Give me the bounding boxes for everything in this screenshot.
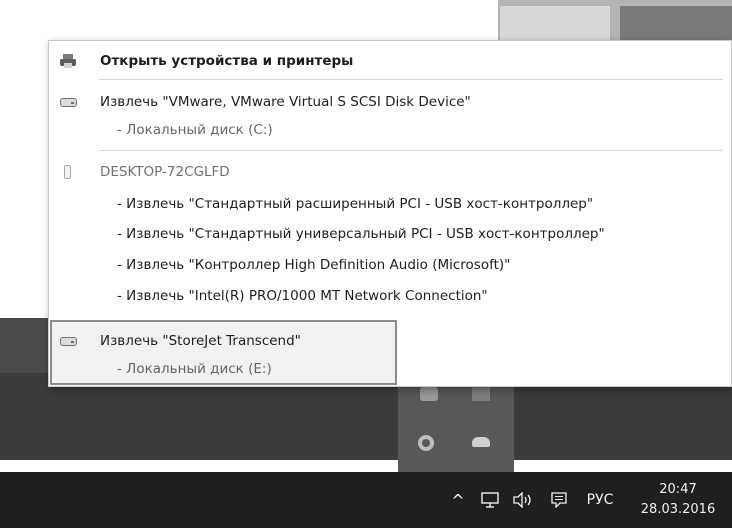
- menu-subitem-label: - Локальный диск (E:): [117, 361, 272, 377]
- notification-overflow-tray: [398, 375, 514, 472]
- hard-drive-icon: [60, 98, 77, 107]
- background-window-pane: [500, 6, 610, 40]
- menu-item-eject-storejet[interactable]: Извлечь "StoreJet Transcend": [49, 327, 731, 355]
- action-center-icon[interactable]: [546, 472, 572, 528]
- menu-item-open-devices-and-printers[interactable]: Открыть устройства и принтеры: [49, 47, 731, 75]
- taskbar: ^ РУС 20:47 28.03.2016: [0, 472, 732, 528]
- cloud-icon[interactable]: [472, 437, 490, 447]
- tray-app-icon[interactable]: [418, 435, 434, 451]
- volume-icon[interactable]: [507, 472, 541, 528]
- menu-item-eject-vmware-disk[interactable]: Извлечь "VMware, VMware Virtual S SCSI D…: [49, 88, 731, 116]
- clock-date: 28.03.2016: [640, 502, 716, 517]
- action-center-icon: [551, 492, 567, 508]
- tray-app-icon[interactable]: [420, 387, 438, 401]
- menu-item-label: - Извлечь "Intel(R) PRO/1000 MT Network …: [117, 288, 488, 304]
- network-icon[interactable]: [478, 472, 502, 528]
- menu-subitem-local-disk-c: - Локальный диск (C:): [49, 116, 731, 144]
- menu-item-eject-hd-audio-controller[interactable]: - Извлечь "Контроллер High Definition Au…: [49, 251, 731, 279]
- safely-remove-hardware-menu: Открыть устройства и принтеры Извлечь "V…: [48, 40, 732, 387]
- menu-item-eject-network-connection[interactable]: - Извлечь "Intel(R) PRO/1000 MT Network …: [49, 282, 731, 310]
- tray-app-icon[interactable]: [472, 387, 490, 401]
- network-icon: [481, 492, 499, 508]
- menu-item-eject-usb-extended-controller[interactable]: - Извлечь "Стандартный расширенный PCI -…: [49, 190, 731, 218]
- show-hidden-icons-chevron-icon[interactable]: ^: [445, 472, 471, 528]
- input-language-indicator[interactable]: РУС: [578, 472, 622, 528]
- hard-drive-icon: [60, 337, 77, 346]
- clock-time: 20:47: [659, 482, 697, 497]
- background-window: [498, 0, 732, 40]
- speaker-icon: [513, 492, 531, 508]
- menu-separator: [99, 150, 723, 151]
- menu-item-label: - Извлечь "Стандартный расширенный PCI -…: [117, 196, 594, 212]
- menu-group-desktop: DESKTOP-72CGLFD: [49, 158, 731, 186]
- menu-item-label: - Извлечь "Стандартный универсальный PCI…: [117, 226, 605, 242]
- menu-item-label: - Извлечь "Контроллер High Definition Au…: [117, 257, 511, 273]
- menu-item-eject-usb-universal-controller[interactable]: - Извлечь "Стандартный универсальный PCI…: [49, 220, 731, 248]
- usb-icon: [64, 165, 71, 179]
- menu-item-label: Извлечь "StoreJet Transcend": [100, 333, 301, 349]
- menu-item-label: Извлечь "VMware, VMware Virtual S SCSI D…: [100, 94, 471, 110]
- menu-subitem-local-disk-e: - Локальный диск (E:): [49, 355, 731, 383]
- menu-item-label: Открыть устройства и принтеры: [100, 53, 354, 69]
- menu-separator: [99, 79, 723, 80]
- background-window-pane: [620, 6, 732, 40]
- menu-group-label: DESKTOP-72CGLFD: [100, 164, 230, 180]
- menu-subitem-label: - Локальный диск (C:): [117, 122, 273, 138]
- taskbar-clock[interactable]: 20:47 28.03.2016: [630, 472, 726, 528]
- printer-icon: [60, 54, 76, 68]
